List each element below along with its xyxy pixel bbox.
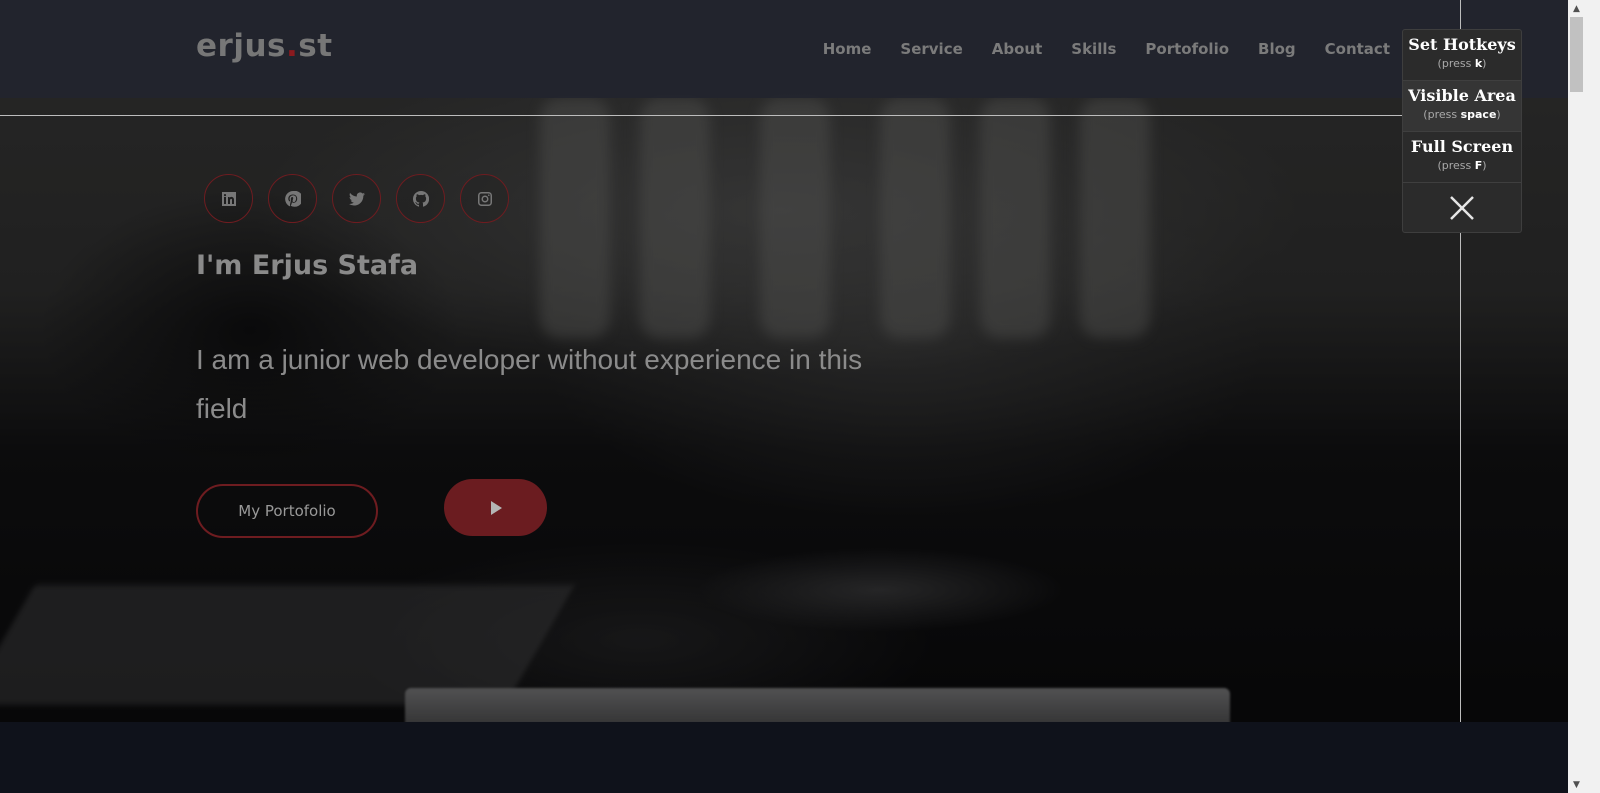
close-icon: [1450, 195, 1474, 220]
pinterest-icon: [284, 190, 301, 207]
scrollbar-thumb[interactable]: [1570, 17, 1583, 92]
full-screen-hint: (press F): [1437, 159, 1487, 172]
portfolio-button-label: My Portofolio: [238, 502, 336, 520]
set-hotkeys-label: Set Hotkeys: [1408, 35, 1516, 54]
linkedin-link[interactable]: [204, 174, 253, 223]
full-screen-label: Full Screen: [1410, 137, 1514, 156]
play-icon: [490, 500, 502, 515]
scrollbar[interactable]: ▲ ▼: [1568, 0, 1600, 793]
nav-service[interactable]: Service: [900, 40, 962, 58]
main-nav: Home Service About Skills Portofolio Blo…: [823, 40, 1390, 58]
twitter-icon: [348, 191, 365, 205]
hero-title: I'm Erjus Stafa: [196, 250, 419, 281]
full-screen-button[interactable]: Full Screen (press F): [1403, 132, 1521, 183]
logo[interactable]: erjus.st: [196, 28, 333, 64]
scroll-down-icon[interactable]: ▼: [1568, 776, 1585, 793]
nav-about[interactable]: About: [992, 40, 1043, 58]
guide-line-horizontal: [0, 115, 1460, 116]
visible-area-button[interactable]: Visible Area (press space): [1403, 81, 1521, 132]
nav-contact[interactable]: Contact: [1325, 40, 1390, 58]
visible-area-label: Visible Area: [1408, 86, 1516, 105]
close-panel-button[interactable]: [1403, 183, 1521, 232]
twitter-link[interactable]: [332, 174, 381, 223]
scroll-up-icon[interactable]: ▲: [1568, 0, 1585, 17]
visible-area-hint: (press space): [1423, 108, 1501, 121]
nav-home[interactable]: Home: [823, 40, 872, 58]
github-icon: [412, 190, 429, 207]
site-header: erjus.st Home Service About Skills Porto…: [0, 0, 1568, 98]
set-hotkeys-hint: (press k): [1437, 57, 1487, 70]
play-video-button[interactable]: [444, 479, 547, 536]
nav-portofolio[interactable]: Portofolio: [1145, 40, 1229, 58]
nav-skills[interactable]: Skills: [1071, 40, 1116, 58]
set-hotkeys-button[interactable]: Set Hotkeys (press k): [1403, 30, 1521, 81]
hotkeys-panel: Set Hotkeys (press k) Visible Area (pres…: [1402, 29, 1522, 233]
social-links: [204, 174, 509, 223]
next-section: [0, 722, 1568, 793]
hero-subtitle: I am a junior web developer without expe…: [196, 344, 863, 424]
github-link[interactable]: [396, 174, 445, 223]
portfolio-button[interactable]: My Portofolio: [196, 484, 378, 538]
linkedin-icon: [221, 191, 236, 206]
instagram-link[interactable]: [460, 174, 509, 223]
instagram-icon: [477, 191, 492, 206]
page: erjus.st Home Service About Skills Porto…: [0, 0, 1568, 793]
pinterest-link[interactable]: [268, 174, 317, 223]
nav-blog[interactable]: Blog: [1258, 40, 1296, 58]
